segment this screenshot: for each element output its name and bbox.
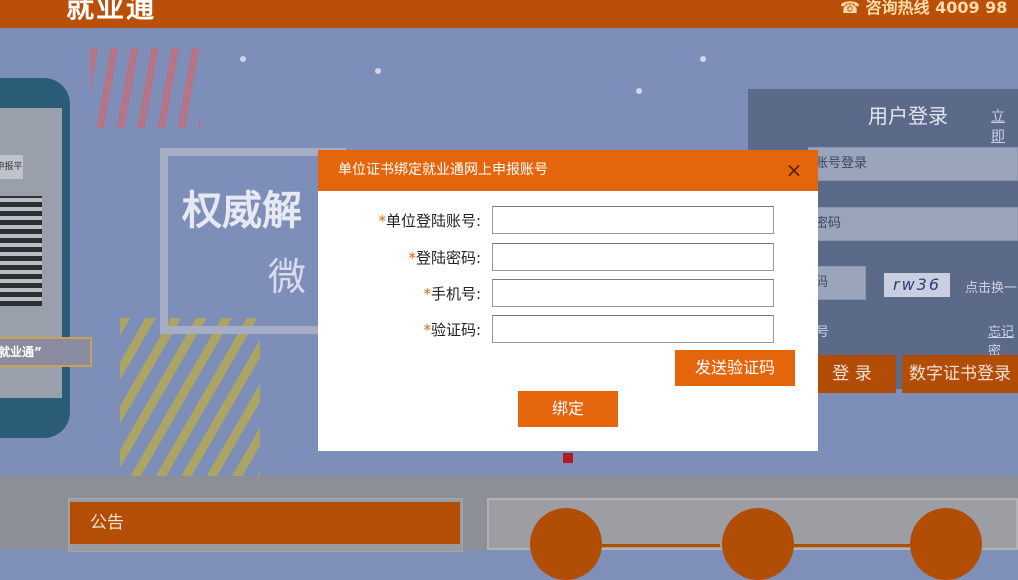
cert-login-button[interactable]: 数字证书登录 [902,355,1018,393]
field-label-text: 单位登陆账号: [385,212,481,230]
captcha-refresh-link[interactable]: 点击换一 [965,277,1017,296]
verification-code-field[interactable] [492,315,774,343]
phone-field[interactable] [492,279,774,307]
account-field[interactable] [492,206,774,234]
field-label-text: 验证码: [430,321,481,339]
bind-button[interactable]: 绑定 [518,391,618,427]
decorative-stripes [90,48,200,128]
decorative-dot [375,68,381,74]
send-code-button[interactable]: 发送验证码 [675,350,795,386]
hotline-text: ☎ 咨询热线 4009 98 [840,0,1008,17]
banner-headline: 权威解 [182,188,302,234]
field-label-text: 手机号: [430,285,481,303]
field-label-text: 登陆密码: [415,249,481,267]
password-input[interactable]: 密码 [808,207,1018,241]
account-input[interactable]: 账号登录 [808,147,1018,181]
field-label-password: *登陆密码: [408,247,481,268]
search-icon [910,508,982,580]
decorative-stripes-yellow [120,318,260,476]
top-header: 就业通 ☎ 咨询热线 4009 98 [0,0,1018,28]
notice-title: 公告 [70,502,460,544]
dialog-header: 单位证书绑定就业通网上申报账号 × [318,150,818,191]
bind-account-dialog: 单位证书绑定就业通网上申报账号 × *单位登陆账号: *登陆密码: *手机号: … [318,150,818,451]
decorative-dot [240,56,246,62]
phone-screen-button: 申报平 [0,155,23,179]
qr-code-image [0,196,42,306]
captcha-image[interactable]: rw36 [884,273,950,297]
required-mark: * [378,212,386,230]
login-button[interactable]: 登 录 [808,355,896,393]
password-field[interactable] [492,243,774,271]
carousel-indicator[interactable] [563,453,573,463]
banner-subline: 微 [268,255,307,299]
site-logo[interactable]: 就业通 [66,0,156,26]
register-link[interactable]: 立即 [991,106,1018,146]
forgot-password-link[interactable]: 忘记密 [988,321,1018,359]
lock-icon [530,508,602,580]
field-label-account: *单位登陆账号: [378,210,481,231]
arrow-icon [600,544,720,547]
login-title: 用户登录 [868,104,948,128]
decorative-dot [636,88,642,94]
close-icon[interactable]: × [784,160,804,180]
required-mark: * [408,249,416,267]
field-label-code: *验证码: [423,319,481,340]
required-mark: * [423,285,431,303]
dialog-title: 单位证书绑定就业通网上申报账号 [338,162,548,178]
decorative-dot [700,56,706,62]
phone-tag: 就业通” [0,337,92,367]
field-label-phone: *手机号: [423,283,481,304]
required-mark: * [423,321,431,339]
chart-icon [722,508,794,580]
arrow-icon [792,544,912,547]
